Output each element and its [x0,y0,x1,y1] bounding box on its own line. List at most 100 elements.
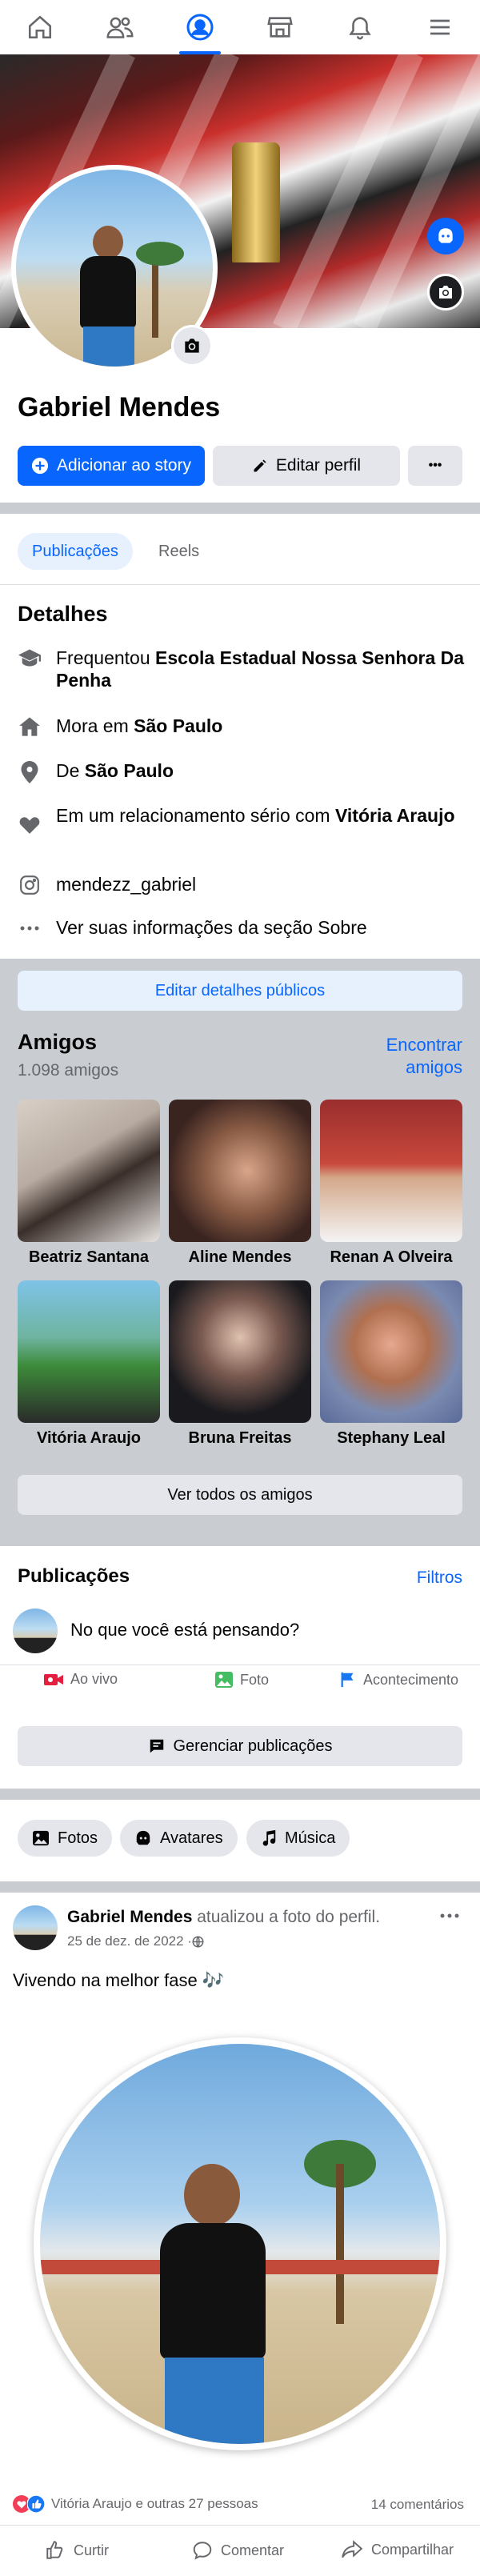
posts-title: Publicações [18,1565,130,1587]
post-action: atualizou a foto do perfil. [192,1908,381,1926]
friend-card[interactable]: Bruna Freitas [169,1280,311,1448]
composer-avatar[interactable] [13,1608,58,1653]
cover-avatar-button[interactable] [427,218,464,254]
nav-home[interactable] [16,0,64,54]
lives-place[interactable]: São Paulo [134,715,222,736]
friend-photo [18,1100,160,1242]
home-icon [28,15,52,39]
heart-icon [19,817,40,834]
post-date[interactable]: 25 de dez. de 2022 · [67,1933,192,1949]
chip-avatars[interactable]: Avatares [120,1820,238,1857]
ellipsis-icon [20,926,39,931]
photo-button[interactable]: Foto [214,1671,269,1689]
friend-card[interactable]: Beatriz Santana [18,1100,160,1267]
reactions-summary[interactable]: Vitória Araujo e outras 27 pessoas [13,2495,258,2513]
avatar-icon [438,228,453,243]
camera-icon [185,339,199,353]
live-video-icon [44,1673,63,1685]
post-options-button[interactable] [435,1906,464,1925]
trophy-image [232,142,280,262]
bell-icon [349,17,371,40]
friend-photo [320,1280,462,1423]
friend-card[interactable]: Vitória Araujo [18,1280,160,1448]
detail-see-about[interactable]: Ver suas informações da seção Sobre [18,916,466,939]
from-place[interactable]: São Paulo [85,760,174,781]
section-divider [0,1789,480,1800]
instagram-icon [20,875,39,895]
nav-notifications[interactable] [336,0,384,54]
life-event-label: Acontecimento [363,1671,459,1688]
tabs-separator [0,584,480,585]
friend-name: Renan A Olveira [330,1248,453,1266]
camera-icon [439,286,452,298]
chip-music[interactable]: Música [246,1820,350,1857]
see-about-label: Ver suas informações da seção Sobre [56,917,367,938]
section-divider [0,503,480,514]
post-author-name[interactable]: Gabriel Mendes [67,1908,192,1926]
composer-input[interactable]: No que você está pensando? [70,1620,299,1641]
friend-card[interactable]: Renan A Olveira [320,1100,462,1267]
edit-profile-button[interactable]: Editar perfil [213,446,400,486]
friend-card[interactable]: Aline Mendes [169,1100,311,1267]
see-all-friends-label: Ver todos os amigos [167,1485,313,1504]
find-friends-label-2: amigos [406,1057,462,1077]
friends-icon [106,17,134,38]
detail-instagram[interactable]: mendezz_gabriel [18,873,466,895]
pencil-icon [254,459,266,472]
thumbs-up-icon [46,2541,63,2559]
nav-profile[interactable] [176,0,224,54]
chip-music-label: Música [285,1829,336,1847]
comments-count[interactable]: 14 comentários [336,2497,464,2513]
see-all-friends-button[interactable]: Ver todos os amigos [18,1475,462,1515]
tab-publicacoes[interactable]: Publicações [18,533,133,570]
friend-photo [169,1100,311,1242]
profile-icon [186,14,214,41]
post-photo[interactable] [34,2037,446,2450]
tab-reels[interactable]: Reels [144,533,214,570]
add-story-label: Adicionar ao story [56,456,192,475]
house-icon [19,717,40,736]
photo-icon [215,1672,233,1688]
relationship-prefix: Em um relacionamento sério com [56,805,335,826]
share-icon [342,2540,363,2558]
relationship-partner[interactable]: Vitória Araujo [335,805,455,826]
friend-photo [18,1280,160,1423]
graduation-cap-icon [18,649,41,667]
comment-label: Comentar [221,2542,285,2558]
filters-link[interactable]: Filtros [400,1568,462,1588]
top-navigation [0,0,480,54]
chat-bubble-icon [150,1739,163,1753]
like-button[interactable]: Curtir [45,2540,109,2561]
reaction-icons [13,2495,45,2513]
edit-public-details-button[interactable]: Editar detalhes públicos [18,971,462,1011]
manage-posts-button[interactable]: Gerenciar publicações [18,1726,462,1766]
avatar-camera-button[interactable] [171,325,213,367]
manage-posts-label: Gerenciar publicações [173,1737,333,1755]
life-event-button[interactable]: Acontecimento [339,1671,458,1689]
plus-circle-icon [31,457,49,475]
menu-icon [430,19,450,35]
nav-menu[interactable] [416,0,464,54]
friend-card[interactable]: Stephany Leal [320,1280,462,1448]
lives-prefix: Mora em [56,715,134,736]
details-title: Detalhes [18,602,108,626]
friend-photo [169,1280,311,1423]
more-options-button[interactable]: ••• [408,446,462,486]
friend-name: Vitória Araujo [36,1429,142,1447]
add-story-button[interactable]: Adicionar ao story [18,446,205,486]
location-pin-icon [21,761,38,783]
live-video-button[interactable]: Ao vivo [43,1671,118,1688]
edit-public-details-label: Editar detalhes públicos [154,981,326,1000]
nav-marketplace[interactable] [256,0,304,54]
from-prefix: De [56,760,85,781]
comment-button[interactable]: Comentar [192,2540,284,2561]
like-label: Curtir [74,2542,109,2558]
chip-photos[interactable]: Fotos [18,1820,113,1857]
more-options-label: ••• [428,459,442,472]
find-friends-link[interactable]: Encontrar amigos [352,1034,462,1079]
nav-friends[interactable] [96,0,144,54]
post-author-avatar[interactable] [13,1905,58,1950]
cover-camera-button[interactable] [427,274,464,310]
find-friends-label-1: Encontrar [386,1035,462,1055]
share-button[interactable]: Compartilhar [341,2540,454,2559]
